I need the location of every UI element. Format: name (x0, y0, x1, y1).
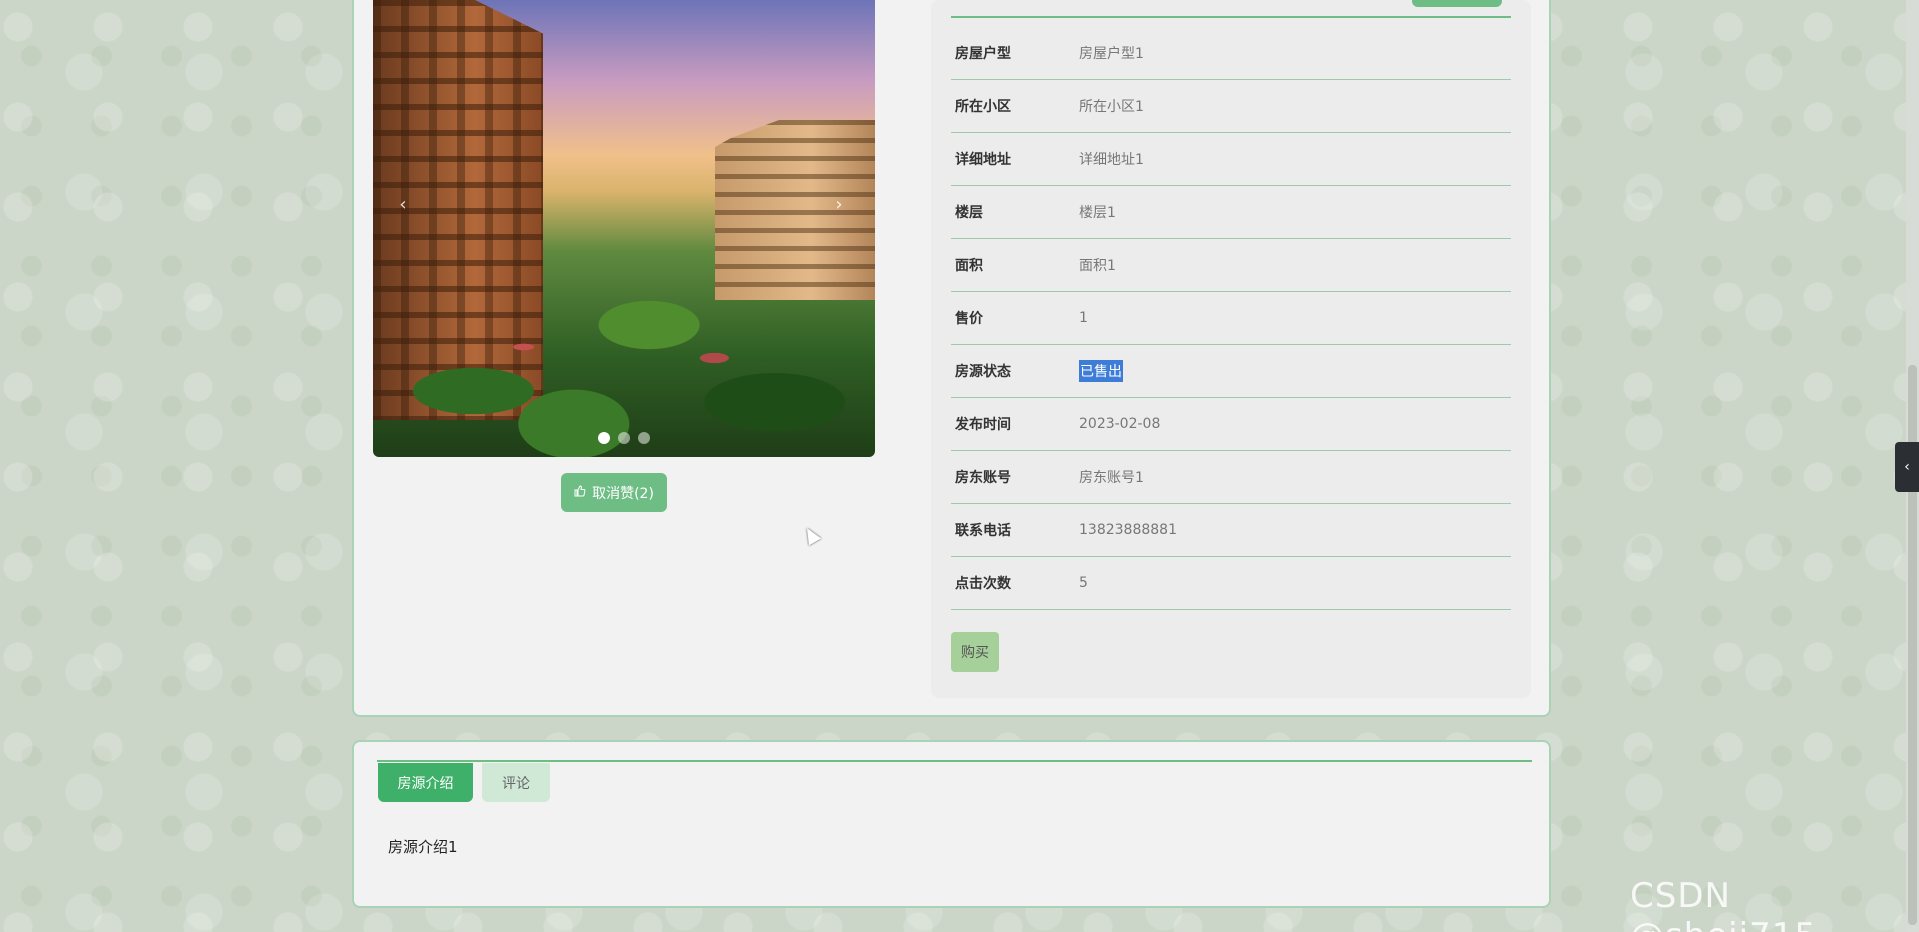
tab-divider (377, 760, 1532, 762)
tab-house-intro[interactable]: 房源介绍 (378, 763, 473, 802)
info-value: 楼层1 (1079, 205, 1116, 221)
info-value: 面积1 (1079, 258, 1116, 274)
info-label: 楼层 (955, 205, 983, 221)
info-header-divider (951, 16, 1511, 18)
info-label: 发布时间 (955, 417, 1011, 433)
info-label: 售价 (955, 311, 983, 327)
info-label: 房屋户型 (955, 46, 1011, 62)
tab-content-text: 房源介绍1 (388, 838, 458, 856)
info-row-area: 面积 面积1 (951, 239, 1511, 292)
side-panel-toggle[interactable]: ‹ (1895, 442, 1919, 492)
info-row-address: 详细地址 详细地址1 (951, 133, 1511, 186)
info-value: 房屋户型1 (1079, 46, 1144, 62)
info-label: 面积 (955, 258, 983, 274)
unlike-button[interactable]: 取消赞(2) (561, 473, 667, 512)
info-row-layout: 房屋户型 房屋户型1 (951, 27, 1511, 80)
info-value: 5 (1079, 575, 1088, 591)
info-label: 点击次数 (955, 576, 1011, 592)
info-label: 房源状态 (955, 364, 1011, 380)
info-label: 联系电话 (955, 523, 1011, 539)
watermark: CSDN @sheji715 (1630, 876, 1816, 932)
info-row-community: 所在小区 所在小区1 (951, 80, 1511, 133)
info-row-price: 售价 1 (951, 292, 1511, 345)
info-value: 房东账号1 (1079, 470, 1144, 486)
info-value: 1 (1079, 310, 1088, 326)
carousel-dot-3[interactable] (638, 432, 650, 444)
carousel-dot-1[interactable] (598, 432, 610, 444)
carousel-dot-2[interactable] (618, 432, 630, 444)
info-value: 13823888881 (1079, 522, 1177, 538)
info-row-publish-time: 发布时间 2023-02-08 (951, 398, 1511, 451)
carousel-image-garden (373, 237, 875, 457)
info-label: 详细地址 (955, 152, 1011, 168)
info-row-phone: 联系电话 13823888881 (951, 504, 1511, 557)
image-carousel[interactable]: ‹ › (373, 0, 875, 457)
info-row-floor: 楼层 楼层1 (951, 186, 1511, 239)
info-label: 所在小区 (955, 99, 1011, 115)
unlike-button-label: 取消赞(2) (592, 485, 654, 502)
info-value: 2023-02-08 (1079, 416, 1161, 432)
info-value: 详细地址1 (1079, 152, 1144, 168)
info-row-clicks: 点击次数 5 (951, 557, 1511, 610)
thumbs-up-icon (574, 485, 586, 500)
tab-comments[interactable]: 评论 (482, 763, 550, 802)
buy-button[interactable]: 购买 (951, 632, 999, 672)
carousel-next-icon[interactable]: › (829, 195, 849, 215)
info-header-button[interactable] (1412, 0, 1502, 7)
info-row-status: 房源状态 已售出 (951, 345, 1511, 398)
status-badge: 已售出 (1079, 360, 1123, 382)
carousel-indicators (598, 432, 650, 444)
chevron-left-icon: ‹ (1904, 459, 1910, 475)
carousel-prev-icon[interactable]: ‹ (393, 195, 413, 215)
info-label: 房东账号 (955, 470, 1011, 486)
info-row-landlord: 房东账号 房东账号1 (951, 451, 1511, 504)
info-value: 所在小区1 (1079, 99, 1144, 115)
